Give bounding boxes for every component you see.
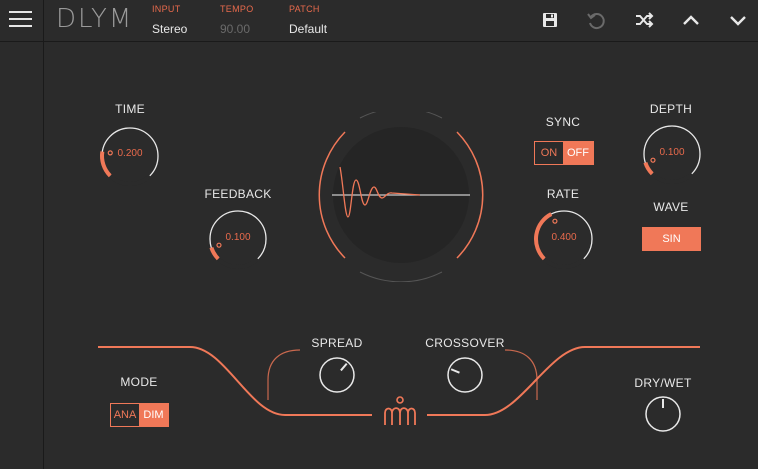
rate-label: RATE <box>546 187 580 201</box>
rate-pointer-dot <box>552 218 558 224</box>
depth-knob-gap <box>650 172 694 184</box>
crossover-knob[interactable] <box>444 354 486 396</box>
crossover-pointer <box>450 368 460 374</box>
sync-label: SYNC <box>545 115 581 129</box>
drywet-knob[interactable] <box>642 393 684 435</box>
time-value: 0.200 <box>117 148 143 159</box>
mode-label: MODE <box>120 375 158 389</box>
feedback-knob-gap <box>216 257 260 269</box>
waveform-display <box>310 112 492 282</box>
sync-on-option[interactable]: ON <box>535 142 563 164</box>
brand-icon <box>380 395 420 427</box>
spread-label: SPREAD <box>311 336 363 350</box>
feedback-value: 0.100 <box>225 232 251 243</box>
mode-ana-option[interactable]: ANA <box>111 404 139 426</box>
wave-selector[interactable]: SIN <box>642 227 701 251</box>
depth-value: 0.100 <box>659 147 685 158</box>
time-label: TIME <box>115 102 145 116</box>
mode-dim-option[interactable]: DIM <box>139 404 168 426</box>
feedback-label: FEEDBACK <box>204 187 272 201</box>
rate-value: 0.400 <box>551 232 577 243</box>
rate-knob-gap <box>542 257 586 269</box>
depth-pointer-dot <box>650 157 656 163</box>
sync-off-option[interactable]: OFF <box>563 142 593 164</box>
drywet-label: DRY/WET <box>634 376 692 390</box>
spread-knob[interactable] <box>316 354 358 396</box>
mode-toggle[interactable]: ANA DIM <box>110 403 169 427</box>
sync-toggle[interactable]: ON OFF <box>534 141 594 165</box>
depth-level-arc <box>643 161 654 176</box>
feedback-level-arc <box>209 246 220 261</box>
crossover-label: CROSSOVER <box>425 336 505 350</box>
feedback-pointer-dot <box>216 242 222 248</box>
wave-label: WAVE <box>653 200 689 214</box>
depth-label: DEPTH <box>649 102 693 116</box>
spread-pointer <box>340 362 348 372</box>
time-knob-gap <box>108 174 152 186</box>
